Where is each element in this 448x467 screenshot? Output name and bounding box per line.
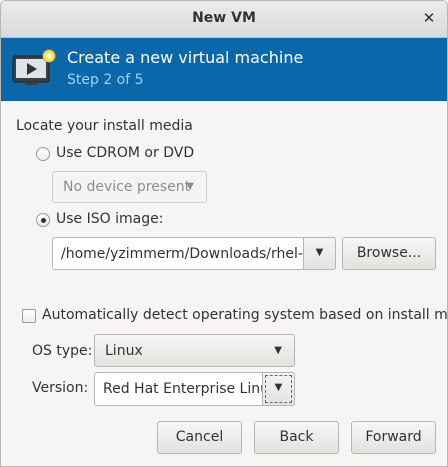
vm-screen-icon bbox=[12, 49, 56, 85]
window-title: New VM bbox=[192, 10, 256, 26]
chevron-down-icon: ▼ bbox=[274, 382, 283, 393]
os-type-label: OS type: bbox=[32, 343, 93, 359]
version-input[interactable]: Red Hat Enterprise Linu bbox=[94, 372, 263, 406]
cdrom-device-value: No device present bbox=[63, 179, 191, 195]
iso-path-input[interactable]: /home/yzimmerm/Downloads/rhel-w bbox=[52, 237, 304, 270]
iso-radio[interactable] bbox=[36, 213, 50, 227]
auto-detect-label[interactable]: Automatically detect operating system ba… bbox=[42, 307, 447, 323]
cdrom-device-combo: No device present ▼ bbox=[52, 171, 207, 203]
iso-history-dropdown[interactable]: ▼ bbox=[303, 237, 336, 270]
version-value: Red Hat Enterprise Linu bbox=[103, 381, 263, 397]
back-button[interactable]: Back bbox=[254, 421, 339, 454]
cancel-button[interactable]: Cancel bbox=[157, 421, 242, 454]
chevron-down-icon: ▼ bbox=[315, 247, 324, 258]
install-media-label: Locate your install media bbox=[16, 118, 193, 134]
os-type-combo[interactable]: Linux ▼ bbox=[94, 334, 295, 367]
cdrom-label[interactable]: Use CDROM or DVD bbox=[56, 145, 194, 161]
version-label: Version: bbox=[32, 380, 89, 396]
version-dropdown[interactable]: ▼ bbox=[262, 372, 295, 406]
close-icon[interactable]: ✕ bbox=[421, 10, 437, 26]
iso-label[interactable]: Use ISO image: bbox=[56, 211, 163, 227]
wizard-heading: Create a new virtual machine bbox=[67, 48, 304, 67]
iso-path-value: /home/yzimmerm/Downloads/rhel-w bbox=[61, 246, 304, 262]
new-vm-window: New VM ✕ Create a new virtual machine St… bbox=[0, 0, 448, 467]
titlebar[interactable]: New VM ✕ bbox=[1, 1, 447, 38]
os-type-value: Linux bbox=[105, 343, 143, 359]
cdrom-radio[interactable] bbox=[36, 147, 50, 161]
wizard-step: Step 2 of 5 bbox=[67, 72, 144, 88]
browse-button[interactable]: Browse... bbox=[342, 237, 436, 270]
chevron-down-icon: ▼ bbox=[274, 345, 282, 356]
forward-button[interactable]: Forward bbox=[351, 421, 436, 454]
auto-detect-checkbox[interactable] bbox=[22, 309, 36, 323]
chevron-down-icon: ▼ bbox=[186, 181, 194, 192]
wizard-banner: Create a new virtual machine Step 2 of 5 bbox=[1, 38, 447, 101]
